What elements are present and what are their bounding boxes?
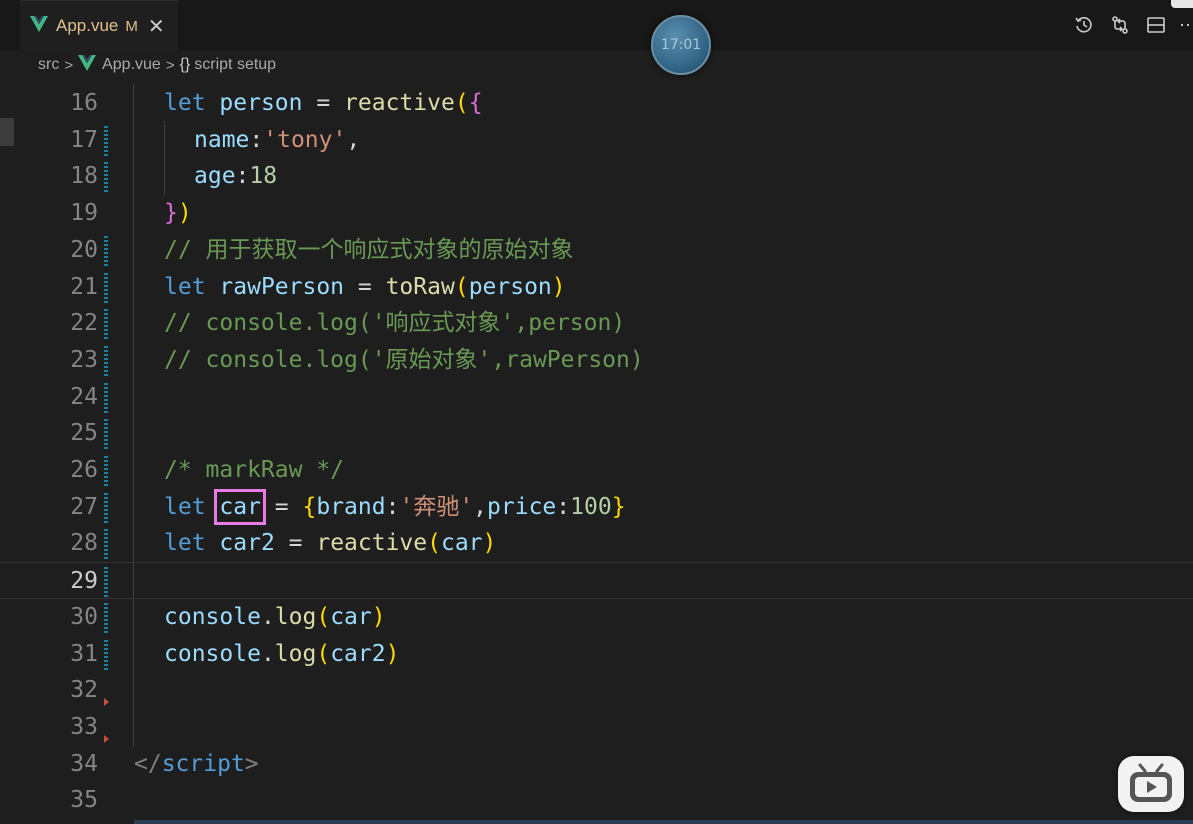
- line-number: 31: [70, 640, 98, 667]
- braces-icon: {}: [179, 56, 191, 73]
- gutter-modified: [104, 309, 108, 340]
- code-line[interactable]: 33: [0, 709, 1193, 746]
- timeline-icon[interactable]: [1071, 12, 1097, 38]
- code-line[interactable]: 21 let rawPerson = toRaw(person): [0, 269, 1193, 306]
- line-number: 21: [70, 273, 98, 300]
- code-line[interactable]: 28 let car2 = reactive(car): [0, 525, 1193, 562]
- editor-tab-bar: App.vue M ✕ 17:01 ⋯: [0, 0, 1193, 75]
- line-number: 16: [70, 90, 98, 116]
- gutter-modified: [104, 639, 108, 670]
- code-line-current[interactable]: 29: [0, 562, 1193, 599]
- gutter-modified: [104, 125, 108, 156]
- line-number: 18: [70, 163, 98, 190]
- bilibili-icon: [1118, 756, 1184, 812]
- code-line[interactable]: 22 // console.log('响应式对象',person): [0, 305, 1193, 342]
- gutter-deleted: [104, 698, 109, 707]
- gutter-modified: [104, 419, 108, 450]
- code-line[interactable]: 27 let car = {brand:'奔驰',price:100}: [0, 488, 1193, 526]
- gutter-modified: [104, 492, 108, 523]
- line-number: 22: [70, 310, 98, 337]
- breadcrumb-symbol[interactable]: script setup: [194, 56, 276, 74]
- code-line[interactable]: 26 /* markRaw */: [0, 452, 1193, 489]
- code-line[interactable]: 34 </script>: [0, 746, 1193, 783]
- line-code: let car = {brand:'奔驰',price:100}: [164, 488, 626, 525]
- line-number: 33: [70, 713, 98, 740]
- highlighted-identifier: car: [214, 488, 266, 525]
- line-number: 28: [70, 530, 98, 557]
- line-code: /* markRaw */: [164, 457, 345, 483]
- line-number: 25: [70, 420, 98, 447]
- compare-changes-icon[interactable]: [1107, 12, 1133, 38]
- gutter-deleted: [104, 734, 109, 743]
- line-code: }): [164, 200, 192, 227]
- corner-mark: [1171, 0, 1193, 8]
- gutter-modified: [104, 382, 108, 413]
- code-line[interactable]: 23 // console.log('原始对象',rawPerson): [0, 342, 1193, 379]
- gutter-modified: [104, 235, 108, 266]
- line-number: 26: [70, 457, 98, 483]
- split-editor-icon[interactable]: [1143, 12, 1169, 38]
- line-code: let person = reactive({: [164, 90, 483, 116]
- line-code: // 用于获取一个响应式对象的原始对象: [164, 236, 574, 263]
- line-code: name:'tony',: [194, 126, 361, 153]
- code-line[interactable]: 32: [0, 672, 1193, 709]
- gutter-modified: [104, 345, 108, 376]
- line-number: 19: [70, 200, 98, 227]
- code-line[interactable]: 16 let person = reactive({: [0, 85, 1193, 122]
- line-code: let rawPerson = toRaw(person): [164, 273, 566, 300]
- line-number: 34: [70, 750, 98, 777]
- tab-title: App.vue: [56, 16, 119, 35]
- line-number: 29: [70, 568, 98, 595]
- code-line[interactable]: 35: [0, 782, 1193, 819]
- line-number: 23: [70, 346, 98, 373]
- code-line[interactable]: 18 age:18: [0, 158, 1193, 195]
- line-number: 30: [70, 603, 98, 630]
- tab-app-vue[interactable]: App.vue M ✕: [20, 0, 178, 51]
- line-code: console.log(car): [164, 603, 386, 630]
- gutter-modified: [104, 162, 108, 193]
- breadcrumb: src > App.vue > {} script setup: [0, 50, 1193, 80]
- breadcrumb-file[interactable]: App.vue: [102, 56, 161, 74]
- gutter-modified: [104, 272, 108, 303]
- line-code: // console.log('原始对象',rawPerson): [164, 346, 644, 373]
- code-line[interactable]: 31 console.log(car2): [0, 636, 1193, 673]
- line-number: 17: [70, 126, 98, 153]
- gutter-modified: [104, 567, 108, 598]
- code-line[interactable]: 20 // 用于获取一个响应式对象的原始对象: [0, 232, 1193, 269]
- close-icon[interactable]: ✕: [148, 14, 165, 39]
- breadcrumb-separator: >: [64, 56, 74, 74]
- line-code: console.log(car2): [164, 640, 400, 667]
- modified-indicator: M: [125, 17, 138, 35]
- line-number: 24: [70, 383, 98, 410]
- code-line[interactable]: 25: [0, 415, 1193, 452]
- line-code: let car2 = reactive(car): [164, 530, 497, 557]
- gutter-modified: [104, 529, 108, 560]
- editor-actions: ⋯: [1071, 10, 1193, 40]
- line-number: 20: [70, 236, 98, 263]
- gutter-modified: [104, 602, 108, 633]
- line-code: // console.log('响应式对象',person): [164, 310, 626, 337]
- breadcrumb-folder[interactable]: src: [38, 56, 59, 74]
- vue-logo-icon: [30, 15, 48, 37]
- line-code: </script>: [134, 750, 259, 777]
- vue-logo-icon: [78, 54, 97, 76]
- breadcrumb-separator: >: [165, 56, 175, 74]
- line-number: 27: [70, 493, 98, 520]
- line-code: age:18: [194, 163, 278, 190]
- code-line[interactable]: 30 console.log(car): [0, 599, 1193, 636]
- line-number: 35: [70, 787, 98, 814]
- code-line[interactable]: 19 }): [0, 195, 1193, 232]
- horizontal-scrollbar[interactable]: [134, 820, 1193, 824]
- more-actions-icon[interactable]: ⋯: [1179, 15, 1193, 36]
- code-line[interactable]: 17 name:'tony',: [0, 122, 1193, 159]
- gutter-modified: [104, 456, 108, 486]
- line-number: 32: [70, 677, 98, 704]
- code-line[interactable]: 24: [0, 379, 1193, 416]
- code-editor[interactable]: 16 let person = reactive({ 17 name:'tony…: [0, 84, 1193, 824]
